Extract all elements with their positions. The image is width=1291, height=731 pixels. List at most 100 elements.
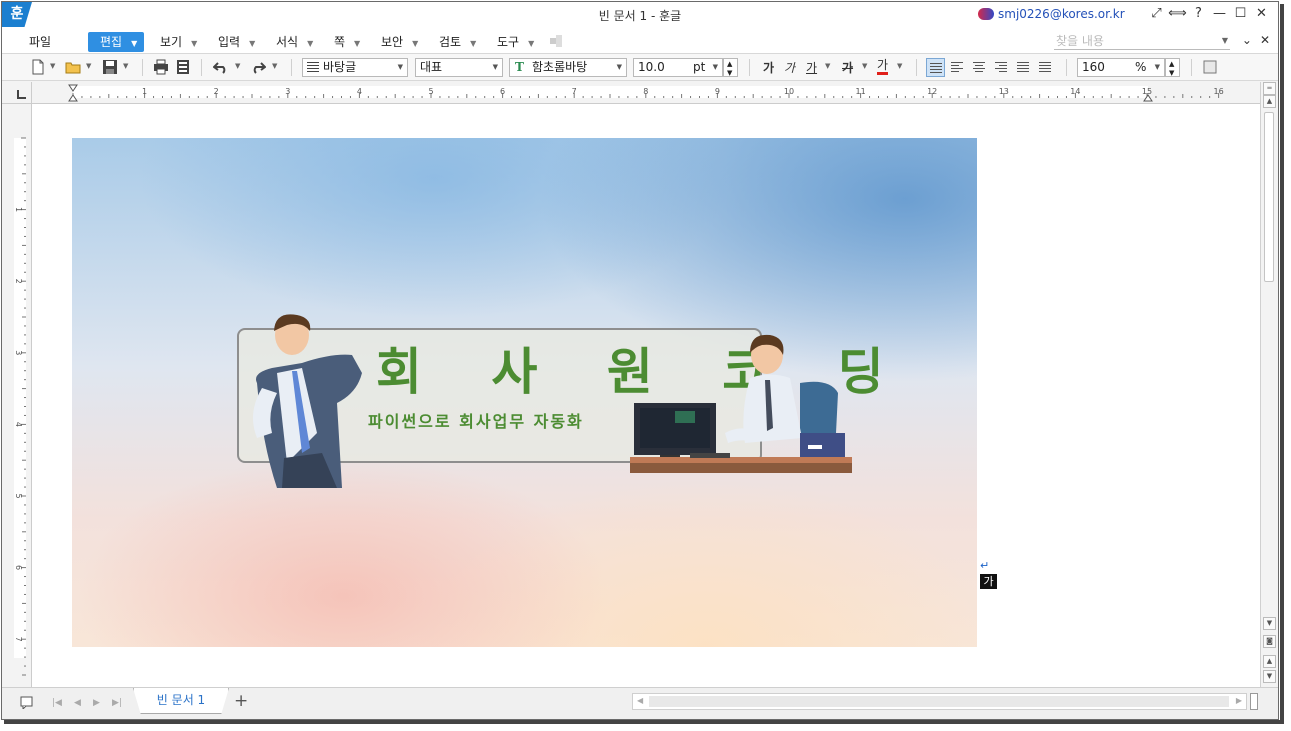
language-value: 대표	[420, 60, 443, 74]
ruler-label: 8	[643, 87, 648, 96]
distribute-icon	[1017, 62, 1029, 74]
font-size-input[interactable]: 10.0 pt ▼	[633, 58, 723, 77]
zoom-stepper[interactable]: ▲ ▼	[1165, 58, 1180, 77]
hwp-window: 훈 빈 문서 1 - 훈글 smj0226@kores.or.kr ⤢ ⟺ ? …	[1, 1, 1279, 720]
strikethrough-button[interactable]: 가	[842, 59, 853, 76]
align-center-button[interactable]	[970, 58, 989, 77]
zoom-input[interactable]: 160 % ▼	[1077, 58, 1165, 77]
help-icon[interactable]: ?	[1188, 6, 1209, 21]
language-select[interactable]: 대표 ▼	[415, 58, 503, 77]
menu-view[interactable]: 보기 ▼	[160, 32, 197, 52]
font-select[interactable]: T 함초롬바탕 ▼	[509, 58, 627, 77]
menu-tools[interactable]: 도구 ▼	[497, 32, 534, 52]
horizontal-ruler[interactable]: 1 2 3 4 5 6 7 8 9 10 11 12 13 14 15 16	[32, 82, 1260, 104]
first-tab-icon[interactable]: |◀	[52, 698, 62, 708]
ruler-label: 2	[14, 279, 23, 284]
scroll-split-handle[interactable]	[1250, 693, 1258, 710]
add-tab-button[interactable]: +	[234, 691, 248, 711]
addon-icon[interactable]	[550, 35, 564, 47]
ruler-label: 9	[715, 87, 720, 96]
menu-label: 서식	[276, 35, 299, 49]
bold-button[interactable]: 가	[763, 59, 774, 76]
ruler-corner[interactable]	[2, 82, 32, 104]
print-icon[interactable]	[153, 59, 169, 75]
document-tab[interactable]: 빈 문서 1	[133, 688, 229, 714]
chevron-down-icon[interactable]: ▼	[50, 62, 55, 70]
distribute-button[interactable]	[1014, 58, 1033, 77]
menu-format[interactable]: 서식 ▼	[276, 32, 313, 52]
scroll-right-arrow-icon[interactable]: ▶	[1236, 696, 1242, 705]
menu-page[interactable]: 쪽 ▼	[334, 32, 360, 52]
minimize-button[interactable]: —	[1209, 6, 1230, 21]
toolbar-separator	[142, 59, 143, 76]
memo-icon[interactable]	[20, 696, 34, 709]
chevron-down-icon[interactable]: ▼	[862, 62, 867, 70]
redo-icon[interactable]	[250, 59, 266, 75]
font-color-button[interactable]: 가	[877, 59, 889, 75]
scroll-left-arrow-icon[interactable]: ◀	[637, 696, 643, 705]
align-justify-button[interactable]	[926, 58, 945, 77]
save-icon[interactable]	[102, 59, 118, 75]
stepper-down-icon[interactable]: ▼	[1169, 65, 1174, 82]
menu-security[interactable]: 보안 ▼	[381, 32, 418, 52]
banner-image[interactable]: 회 사 원 코 딩 파이썬으로 회사업무 자동화	[72, 138, 977, 647]
menu-insert[interactable]: 입력 ▼	[218, 32, 255, 52]
find-input[interactable]: 찾을 내용 ▼	[1054, 32, 1230, 50]
maximize-button[interactable]: ☐	[1230, 6, 1251, 21]
window-controls: ⤢ ⟺ ? — ☐ ✕	[1146, 6, 1272, 21]
menu-file[interactable]: 파일	[29, 32, 51, 52]
chevron-down-icon[interactable]: ▼	[897, 62, 902, 70]
font-size-stepper[interactable]: ▲ ▼	[723, 58, 738, 77]
width-fit-icon[interactable]: ⟺	[1167, 6, 1188, 21]
ruler-label: 12	[927, 87, 937, 96]
last-tab-icon[interactable]: ▶|	[112, 698, 122, 708]
print-preview-icon[interactable]	[175, 59, 191, 75]
horizontal-scrollbar[interactable]: ◀ ▶	[632, 693, 1247, 710]
close-button[interactable]: ✕	[1251, 6, 1272, 21]
account-email[interactable]: smj0226@kores.or.kr	[998, 7, 1125, 21]
chevron-down-icon[interactable]: ▼	[825, 62, 830, 70]
vertical-ruler[interactable]: 1 2 3 4 5 6 7	[2, 104, 32, 687]
document-canvas[interactable]: 회 사 원 코 딩 파이썬으로 회사업무 자동화 ↵ 가	[32, 104, 1260, 687]
vertical-scrollbar[interactable]: ═ ▲ ▼ ◙ ▲ ▼	[1260, 82, 1278, 687]
fullscreen-icon[interactable]: ⤢	[1146, 6, 1167, 21]
chevron-down-icon[interactable]: ▼	[123, 62, 128, 70]
page-browse-icon[interactable]: ◙	[1263, 635, 1276, 648]
doc-close-icon[interactable]: ✕	[1260, 33, 1270, 47]
toolbar-separator	[291, 59, 292, 76]
page-view-icon[interactable]	[1202, 59, 1218, 75]
prev-page-icon[interactable]: ▲	[1263, 655, 1276, 668]
font-size-value: 10.0	[638, 60, 665, 74]
underline-button[interactable]: 가	[806, 59, 817, 76]
open-folder-icon[interactable]	[65, 59, 81, 75]
split-distribute-button[interactable]	[1036, 58, 1055, 77]
next-page-icon[interactable]: ▼	[1263, 670, 1276, 683]
horizontal-scroll-thumb[interactable]	[649, 696, 1229, 707]
chevron-down-icon[interactable]: ▼	[272, 62, 277, 70]
new-document-icon[interactable]	[30, 59, 46, 75]
italic-button[interactable]: 가	[784, 59, 795, 76]
account-area[interactable]: smj0226@kores.or.kr	[978, 7, 1125, 21]
prev-tab-icon[interactable]: ◀	[74, 698, 81, 708]
chevron-down-icon[interactable]: ▼	[235, 62, 240, 70]
menu-edit[interactable]: 편집 ▼	[88, 32, 144, 52]
stepper-down-icon[interactable]: ▼	[727, 65, 732, 82]
align-right-button[interactable]	[992, 58, 1011, 77]
align-left-button[interactable]	[948, 58, 967, 77]
ruler-label: 3	[285, 87, 290, 96]
chevron-down-icon: ▼	[412, 39, 419, 48]
scroll-down-arrow-icon[interactable]: ▼	[1263, 617, 1276, 630]
ruler-label: 3	[14, 350, 23, 355]
undo-icon[interactable]	[213, 59, 229, 75]
next-tab-icon[interactable]: ▶	[93, 698, 100, 708]
ribbon-collapse-icon[interactable]: ⌄	[1242, 33, 1252, 47]
vertical-scroll-thumb[interactable]	[1264, 112, 1274, 282]
scroll-up-arrow-icon[interactable]: ▲	[1263, 95, 1276, 108]
style-select[interactable]: 바탕글 ▼	[302, 58, 408, 77]
chevron-down-icon[interactable]: ▼	[86, 62, 91, 70]
input-caret-indicator: 가	[980, 574, 997, 589]
account-icon	[978, 8, 994, 20]
menu-review[interactable]: 검토 ▼	[439, 32, 476, 52]
scroll-split-icon[interactable]: ═	[1263, 82, 1276, 95]
chevron-down-icon[interactable]: ▼	[1222, 32, 1228, 50]
